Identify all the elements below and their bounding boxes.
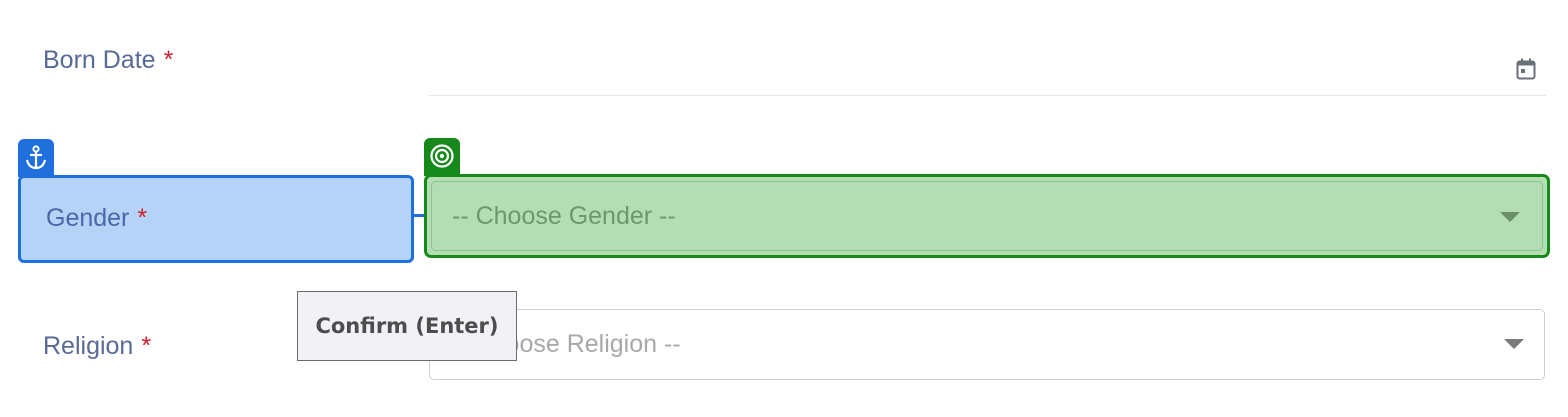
born-date-label: Born Date * bbox=[43, 46, 173, 75]
anchor-icon-tag bbox=[18, 139, 54, 177]
anchor-icon bbox=[25, 145, 47, 170]
target-icon bbox=[430, 144, 454, 168]
required-mark: * bbox=[141, 332, 152, 360]
gender-select[interactable]: -- Choose Gender -- bbox=[431, 181, 1543, 251]
calendar-icon[interactable] bbox=[1516, 58, 1536, 80]
religion-select[interactable]: -- Choose Religion -- bbox=[429, 309, 1545, 380]
target-icon-tag bbox=[424, 138, 460, 176]
gender-label: Gender * bbox=[46, 204, 147, 233]
born-date-input[interactable] bbox=[429, 46, 1546, 96]
chevron-down-icon[interactable] bbox=[1500, 212, 1520, 222]
gender-label-text: Gender bbox=[46, 204, 130, 232]
born-date-label-text: Born Date bbox=[43, 46, 156, 74]
chevron-down-icon[interactable] bbox=[1504, 339, 1524, 349]
gender-select-placeholder: -- Choose Gender -- bbox=[452, 202, 676, 230]
religion-label-text: Religion bbox=[43, 332, 134, 360]
confirm-tooltip[interactable]: Confirm (Enter) bbox=[297, 291, 517, 361]
gender-select-highlight: -- Choose Gender -- bbox=[424, 174, 1550, 258]
gender-label-highlight: Gender * bbox=[18, 175, 414, 263]
required-mark: * bbox=[137, 204, 148, 232]
religion-label: Religion * bbox=[43, 332, 151, 361]
required-mark: * bbox=[163, 46, 174, 74]
